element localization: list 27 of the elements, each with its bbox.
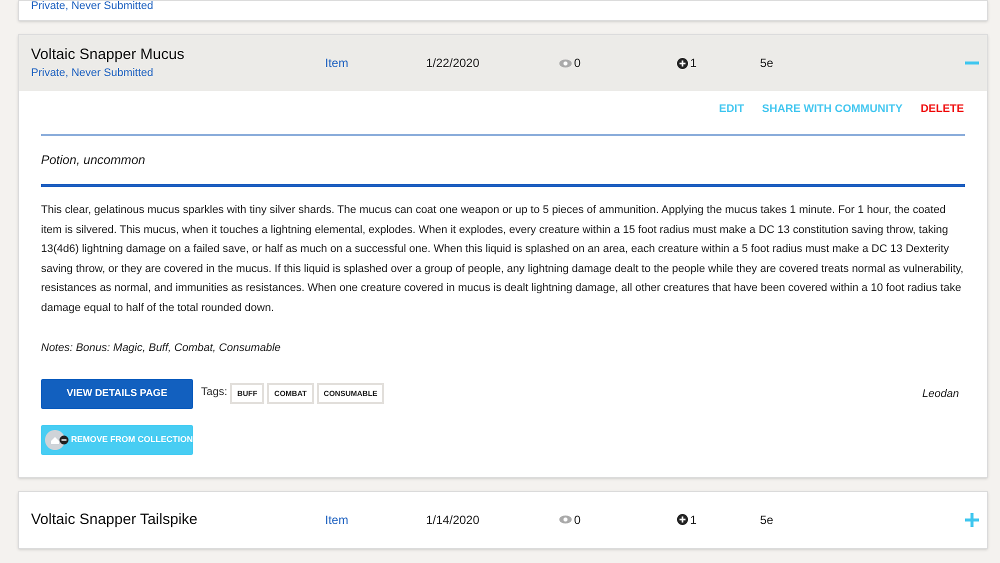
plus-circle-icon — [677, 58, 688, 68]
entry-type[interactable]: Item — [325, 54, 426, 72]
entry-status: Private, Never Submitted — [31, 0, 154, 12]
eye-icon — [559, 58, 572, 68]
view-count: 0 — [574, 55, 581, 72]
add-count: 1 — [690, 55, 697, 72]
entry-title[interactable]: Voltaic Snapper Tailspike — [31, 510, 325, 530]
item-description: This clear, gelatinous mucus sparkles with tiny silver shards. The mucus can coat one weapon or up to 5 pieces of ammunition. Applying the mucus takes 1 minute. For 1 hour, the coated item is silvered. This mucus, when it touches a lightning elemental, explodes. When it explodes, every creature within a 15 foot radius must make a DC 13 constitution saving throw, taking 13(4d6) lightning damage on a failed save, or half as much on a successful one. When this liquid is splashed on an area, each creature within a 5 foot radius must make a DC 13 Dexterity saving throw, or they are covered in the mucus. If this liquid is splashed over a group of people, any lightning damage dealt to the people while they are covered treats normal as vulnerability, resistances as normal, and immunities as resistances. When one creature covered in mucus is dealt lightning damage, all other creatures that have been covered within a 10 foot radius take damage equal to half of the total rounded down. — [41, 203, 964, 316]
entry-type[interactable]: Item — [325, 510, 426, 529]
item-notes: Notes: Bonus: Magic, Buff, Combat, Consumable — [41, 341, 282, 356]
item-category: Potion, uncommon — [41, 152, 146, 168]
edition-label: 5e — [760, 55, 774, 72]
author-name[interactable]: Leodan — [922, 386, 959, 402]
entry-status: Private, Never Submitted — [31, 66, 154, 81]
tags-label: Tags: — [201, 384, 228, 400]
house-minus-icon — [44, 428, 69, 451]
entry-date: 1/14/2020 — [426, 512, 480, 529]
entry-date: 1/22/2020 — [426, 55, 480, 72]
delete-link[interactable]: DELETE — [920, 101, 964, 118]
edition-label: 5e — [760, 512, 774, 529]
expand-icon[interactable] — [965, 512, 979, 527]
add-count: 1 — [690, 512, 697, 529]
entry-title[interactable]: Voltaic Snapper Mucus — [31, 45, 325, 65]
view-details-button[interactable]: VIEW DETAILS PAGE — [41, 378, 193, 409]
view-count: 0 — [574, 512, 581, 529]
plus-circle-icon — [677, 514, 688, 526]
eye-icon — [559, 515, 572, 524]
